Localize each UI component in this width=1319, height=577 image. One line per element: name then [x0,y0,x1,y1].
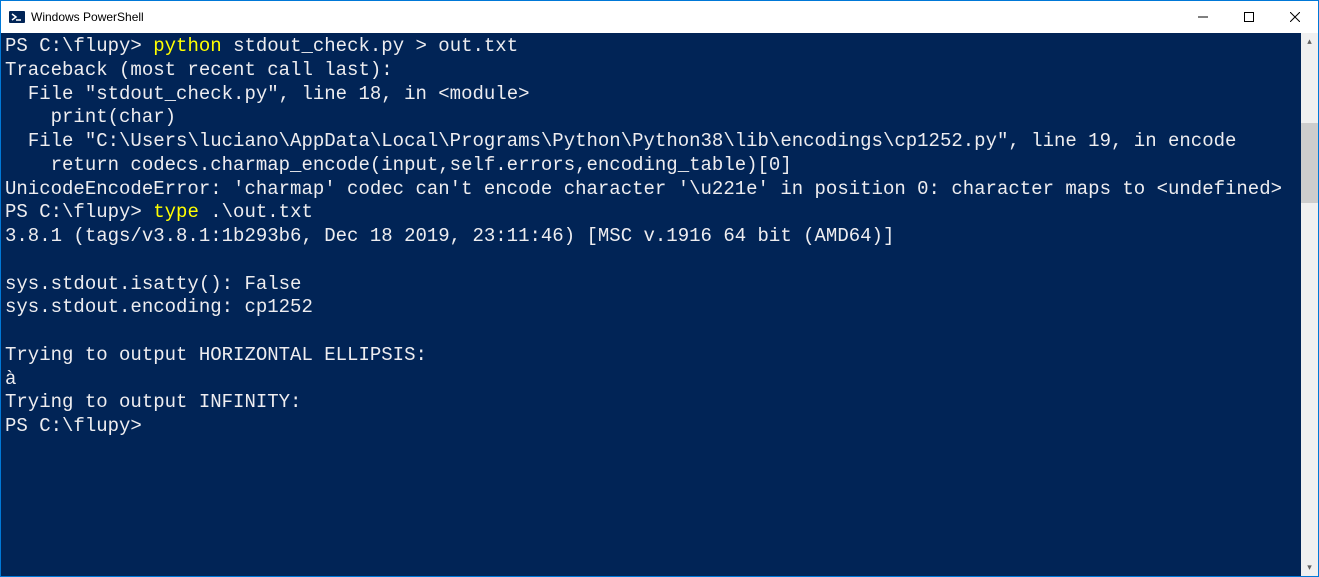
terminal-text: python [153,35,233,57]
window-controls [1180,1,1318,33]
close-button[interactable] [1272,1,1318,33]
terminal-text: return codecs.charmap_encode(input,self.… [5,154,792,176]
scroll-down-arrow[interactable]: ▾ [1301,559,1318,576]
terminal-line: PS C:\flupy> [5,415,1297,439]
terminal-text: .\out.txt [210,201,313,223]
maximize-button[interactable] [1226,1,1272,33]
terminal-line: Trying to output INFINITY: [5,391,1297,415]
window-title: Windows PowerShell [31,10,1180,24]
powershell-icon [9,9,25,25]
terminal-line: sys.stdout.isatty(): False [5,273,1297,297]
terminal-line: à [5,368,1297,392]
terminal-text: à [5,368,16,390]
terminal-output[interactable]: PS C:\flupy> python stdout_check.py > ou… [1,33,1301,576]
terminal-line: File "C:\Users\luciano\AppData\Local\Pro… [5,130,1297,154]
terminal-text: Trying to output INFINITY: [5,391,301,413]
terminal-text: PS C:\flupy> [5,201,153,223]
terminal-line: Traceback (most recent call last): [5,59,1297,83]
titlebar[interactable]: Windows PowerShell [1,1,1318,33]
terminal-line [5,320,1297,344]
terminal-line: return codecs.charmap_encode(input,self.… [5,154,1297,178]
terminal-text: File "stdout_check.py", line 18, in <mod… [5,83,530,105]
terminal-line: sys.stdout.encoding: cp1252 [5,296,1297,320]
terminal-text: print(char) [5,106,176,128]
terminal-line: 3.8.1 (tags/v3.8.1:1b293b6, Dec 18 2019,… [5,225,1297,249]
terminal-text: Traceback (most recent call last): [5,59,393,81]
terminal-line: PS C:\flupy> python stdout_check.py > ou… [5,35,1297,59]
terminal-line: File "stdout_check.py", line 18, in <mod… [5,83,1297,107]
terminal-text: 3.8.1 (tags/v3.8.1:1b293b6, Dec 18 2019,… [5,225,894,247]
terminal-line: print(char) [5,106,1297,130]
terminal-text: stdout_check.py > out.txt [233,35,518,57]
terminal-line: UnicodeEncodeError: 'charmap' codec can'… [5,178,1297,202]
terminal-text: File "C:\Users\luciano\AppData\Local\Pro… [5,130,1236,152]
terminal-area: PS C:\flupy> python stdout_check.py > ou… [1,33,1318,576]
scrollbar[interactable]: ▴ ▾ [1301,33,1318,576]
terminal-line: Trying to output HORIZONTAL ELLIPSIS: [5,344,1297,368]
minimize-button[interactable] [1180,1,1226,33]
terminal-text: UnicodeEncodeError: 'charmap' codec can'… [5,178,1282,200]
powershell-window: Windows PowerShell PS C:\flupy> python s… [0,0,1319,577]
terminal-text: sys.stdout.encoding: cp1252 [5,296,313,318]
scroll-up-arrow[interactable]: ▴ [1301,33,1318,50]
terminal-text: PS C:\flupy> [5,35,153,57]
terminal-text: PS C:\flupy> [5,415,153,437]
terminal-text: sys.stdout.isatty(): False [5,273,301,295]
scroll-thumb[interactable] [1301,123,1318,203]
terminal-text: Trying to output HORIZONTAL ELLIPSIS: [5,344,427,366]
terminal-line [5,249,1297,273]
terminal-text: type [153,201,210,223]
terminal-line: PS C:\flupy> type .\out.txt [5,201,1297,225]
